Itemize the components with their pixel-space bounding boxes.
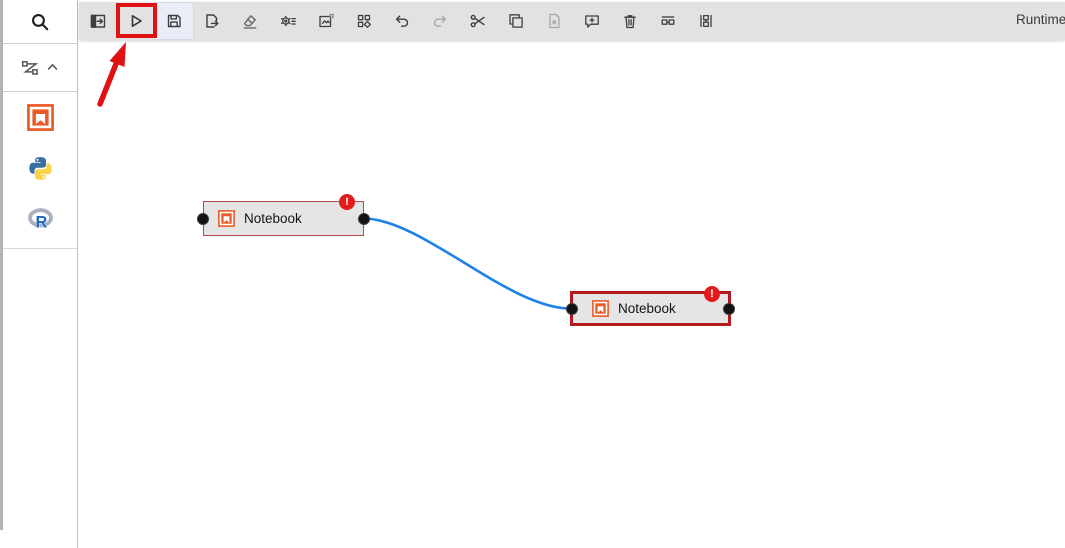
error-badge: ! [704,286,720,302]
notebook-icon [592,300,609,317]
node-notebook-2[interactable]: Notebook ! [570,291,731,326]
error-badge: ! [339,194,355,210]
input-port[interactable] [197,213,209,225]
output-port[interactable] [358,213,370,225]
edge-notebook-to-notebook[interactable] [364,219,571,309]
node-label: Notebook [244,211,302,226]
input-port[interactable] [566,303,578,315]
notebook-icon [218,210,235,227]
node-notebook-1[interactable]: Notebook ! [203,201,364,236]
output-port[interactable] [723,303,735,315]
node-label: Notebook [618,301,676,316]
pipeline-canvas [0,0,1065,548]
